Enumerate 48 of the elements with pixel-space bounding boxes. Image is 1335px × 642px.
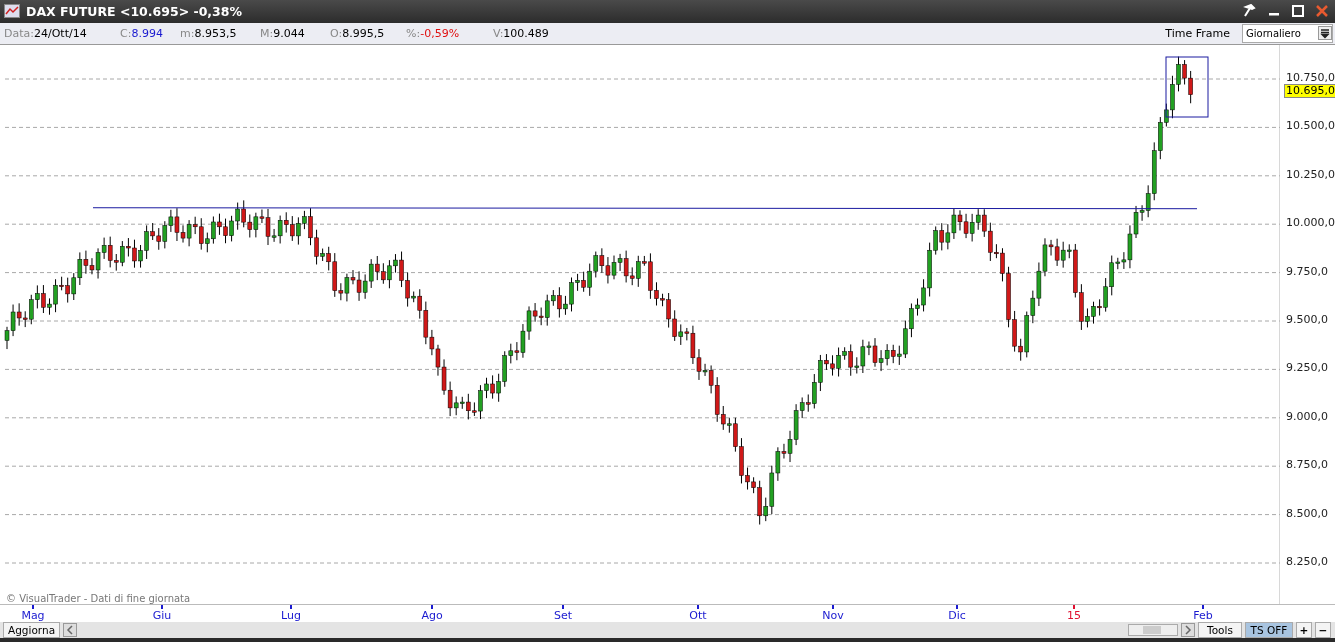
close-icon[interactable]	[1315, 4, 1329, 19]
time-axis-label: 15	[1067, 609, 1081, 623]
chart-icon	[4, 4, 20, 19]
price-axis-label: 10.000,0	[1286, 216, 1335, 230]
quote-field: Data:24/Ott/14	[4, 26, 120, 40]
data-source-note: © VisualTrader - Dati di fine giornata	[6, 593, 191, 605]
price-axis-label: 10.500,0	[1286, 119, 1335, 133]
time-axis-label: Giu	[152, 609, 172, 623]
refresh-button[interactable]: Aggiorna	[3, 622, 61, 638]
scroll-left-icon[interactable]	[63, 623, 78, 637]
time-axis-label: Lug	[281, 609, 301, 623]
price-axis-label: 9.000,0	[1286, 409, 1328, 423]
time-frame-dropdown[interactable]: Giornaliero	[1242, 23, 1333, 43]
scroll-bar[interactable]	[1128, 624, 1178, 636]
time-axis-label: Ago	[421, 609, 443, 623]
time-axis-label: Mag	[21, 609, 45, 623]
quote-field: m:8.953,5	[180, 26, 260, 40]
zoom-out-button[interactable]: −	[1315, 622, 1331, 638]
time-axis-label: Feb	[1193, 609, 1213, 623]
current-price-tag: 10.695,0	[1284, 83, 1335, 98]
selection-rectangle[interactable]	[1165, 56, 1209, 118]
price-axis-label: 8.750,0	[1286, 458, 1328, 472]
dropdown-icon	[1318, 26, 1332, 41]
hammer-icon[interactable]	[1243, 4, 1257, 19]
quote-field: V:100.489	[493, 26, 549, 40]
quote-field: O:8.995,5	[330, 26, 406, 40]
quote-field: C:8.994	[120, 26, 180, 40]
scroll-right-icon[interactable]	[1181, 623, 1195, 637]
price-axis-label: 9.750,0	[1286, 264, 1328, 278]
trend-line[interactable]	[92, 207, 1198, 210]
zoom-in-button[interactable]: +	[1296, 622, 1312, 638]
quote-field: M:9.044	[260, 26, 330, 40]
window-title: DAX FUTURE <10.695> -0,38%	[26, 4, 242, 19]
price-axis-label: 10.250,0	[1286, 167, 1335, 181]
time-axis-label: Set	[553, 609, 573, 623]
quote-field: %:-0,59%	[406, 26, 493, 40]
time-axis-label: Ott	[689, 609, 707, 623]
time-frame-label: Time Frame	[1165, 26, 1230, 40]
price-axis-label: 9.500,0	[1286, 312, 1328, 326]
price-axis-label: 10.750,0	[1286, 70, 1335, 84]
price-axis-label: 9.250,0	[1286, 361, 1328, 375]
price-axis-label: 8.250,0	[1286, 554, 1328, 568]
time-axis-label: Nov	[822, 609, 844, 623]
maximize-icon[interactable]	[1291, 4, 1305, 19]
time-axis-label: Dic	[948, 609, 966, 623]
price-axis-label: 8.500,0	[1286, 506, 1328, 520]
ts-toggle-button[interactable]: TS OFF	[1245, 622, 1293, 638]
tools-button[interactable]: Tools	[1198, 622, 1242, 638]
